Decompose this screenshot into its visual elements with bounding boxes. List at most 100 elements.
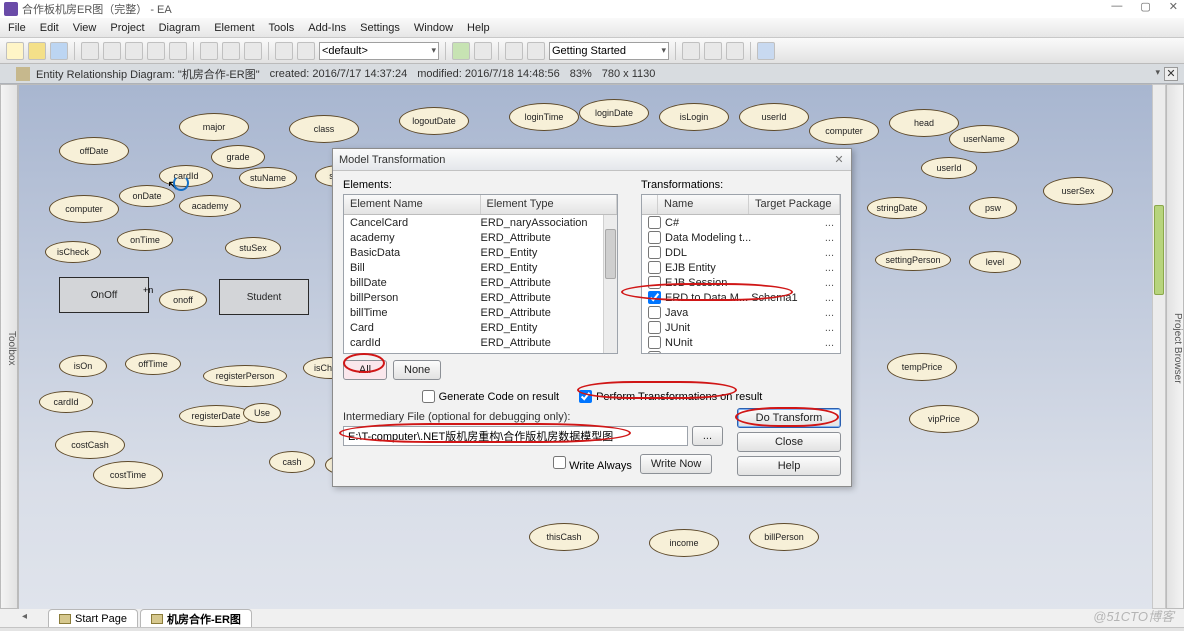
new-icon[interactable] [6, 42, 24, 60]
do-transform-button[interactable]: Do Transform [737, 408, 841, 428]
open-icon[interactable] [28, 42, 46, 60]
browse-button[interactable]: ... [692, 426, 723, 446]
menu-edit[interactable]: Edit [40, 22, 59, 34]
list-item[interactable]: C#... [642, 215, 840, 230]
minimize-button[interactable]: — [1111, 0, 1122, 13]
entity-vipprice[interactable]: vipPrice [909, 405, 979, 433]
entity-userid[interactable]: userId [739, 103, 809, 131]
menu-view[interactable]: View [73, 22, 97, 34]
search-icon[interactable] [200, 42, 218, 60]
entity-income[interactable]: income [649, 529, 719, 557]
entity-psw[interactable]: psw [969, 197, 1017, 219]
list-item[interactable]: BillERD_Entity [344, 260, 617, 275]
grid-icon[interactable] [275, 42, 293, 60]
copy-icon[interactable] [103, 42, 121, 60]
entity-computer[interactable]: computer [809, 117, 879, 145]
close-button[interactable]: ✕ [1169, 0, 1178, 13]
help-icon[interactable] [474, 42, 492, 60]
entity-logoutdate[interactable]: logoutDate [399, 107, 469, 135]
list-item[interactable]: DDL... [642, 245, 840, 260]
write-always-checkbox[interactable]: Write Always [553, 456, 632, 472]
list-item[interactable]: BasicDataERD_Entity [344, 245, 617, 260]
entity-logindate[interactable]: loginDate [579, 99, 649, 127]
dialog-close-icon[interactable]: ✕ [831, 151, 847, 167]
list-item[interactable]: billPersonERD_Attribute [344, 290, 617, 305]
list-item[interactable]: ERD to Data M... Schema1... [642, 290, 840, 305]
entity-use[interactable]: Use [243, 403, 281, 423]
view1-icon[interactable] [505, 42, 523, 60]
entity-ischeck[interactable]: isCheck [45, 241, 101, 263]
layout2-icon[interactable] [704, 42, 722, 60]
entity-tempprice[interactable]: tempPrice [887, 353, 957, 381]
paste-icon[interactable] [125, 42, 143, 60]
scrollbar-thumb[interactable] [605, 229, 616, 279]
list-item[interactable]: billTimeERD_Attribute [344, 305, 617, 320]
col-element-name[interactable]: Element Name [344, 195, 481, 214]
tab-start-page[interactable]: Start Page [48, 609, 138, 627]
entity-class[interactable]: class [289, 115, 359, 143]
list-item[interactable]: billDateERD_Attribute [344, 275, 617, 290]
entity-level[interactable]: level [969, 251, 1021, 273]
intermediary-file-input[interactable]: E:\T-computer\.NET版机房重构\合作版机房数据模型图 [343, 426, 688, 446]
entity-userid2[interactable]: userId [921, 157, 977, 179]
redo-icon[interactable] [169, 42, 187, 60]
entity-head[interactable]: head [889, 109, 959, 137]
layout1-icon[interactable] [682, 42, 700, 60]
col-trans-name[interactable]: Name [658, 195, 749, 214]
entity-stringdate[interactable]: stringDate [867, 197, 927, 219]
print-icon[interactable] [244, 42, 262, 60]
list-item[interactable]: CardERD_Entity [344, 320, 617, 335]
menu-file[interactable]: File [8, 22, 26, 34]
layout3-icon[interactable] [726, 42, 744, 60]
list-item[interactable]: EJB Entity... [642, 260, 840, 275]
list-item[interactable]: cardIdERD_Attribute [344, 335, 617, 350]
menu-help[interactable]: Help [467, 22, 490, 34]
entity-onoff[interactable]: OnOff [59, 277, 149, 313]
list-item[interactable]: NUnit... [642, 335, 840, 350]
entity-academy[interactable]: academy [179, 195, 241, 217]
layout4-icon[interactable] [757, 42, 775, 60]
entity-offdate[interactable]: offDate [59, 137, 129, 165]
scrollbar-thumb[interactable] [1154, 205, 1164, 295]
help-button[interactable]: Help [737, 456, 841, 476]
default-combo[interactable]: <default> [319, 42, 439, 60]
save-icon[interactable] [50, 42, 68, 60]
entity-registerdate[interactable]: registerDate [179, 405, 253, 427]
entity-cash[interactable]: cash [269, 451, 315, 473]
view2-icon[interactable] [527, 42, 545, 60]
entity-major[interactable]: major [179, 113, 249, 141]
list-item[interactable]: EJB Session... [642, 275, 840, 290]
elements-scrollbar[interactable] [603, 215, 617, 353]
list-item[interactable]: academyERD_Attribute [344, 230, 617, 245]
entity-costtime[interactable]: costTime [93, 461, 163, 489]
header-close-icon[interactable]: ✕ [1164, 67, 1178, 81]
entity-stusex[interactable]: stuSex [225, 237, 281, 259]
list-item[interactable]: Java... [642, 305, 840, 320]
dialog-titlebar[interactable]: Model Transformation ✕ [333, 149, 851, 171]
menu-diagram[interactable]: Diagram [159, 22, 201, 34]
canvas-vertical-scrollbar[interactable] [1152, 84, 1166, 609]
perform-transformations-checkbox[interactable]: Perform Transformations on result [579, 390, 762, 403]
entity-onoff-rel[interactable]: onoff [159, 289, 207, 311]
entity-thiscash[interactable]: thisCash [529, 523, 599, 551]
tab-diagram[interactable]: 机房合作-ER图 [140, 609, 252, 627]
menu-project[interactable]: Project [110, 22, 144, 34]
entity-billperson[interactable]: billPerson [749, 523, 819, 551]
menu-settings[interactable]: Settings [360, 22, 400, 34]
maximize-button[interactable]: ▢ [1140, 0, 1150, 13]
menu-window[interactable]: Window [414, 22, 453, 34]
entity-username[interactable]: userName [949, 125, 1019, 153]
entity-islogin[interactable]: isLogin [659, 103, 729, 131]
list-item[interactable]: WSDL... [642, 350, 840, 354]
menu-tools[interactable]: Tools [269, 22, 295, 34]
tab-scroll-left-icon[interactable]: ◂ [22, 611, 27, 622]
getting-started-combo[interactable]: Getting Started [549, 42, 669, 60]
header-dropdown-icon[interactable]: ▾ [1155, 67, 1160, 78]
doc-icon[interactable] [222, 42, 240, 60]
col-target-package[interactable]: Target Package [749, 195, 840, 214]
entity-costcash[interactable]: costCash [55, 431, 125, 459]
cut-icon[interactable] [81, 42, 99, 60]
entity-ison[interactable]: isOn [59, 355, 107, 377]
entity-cardid2[interactable]: cardId [39, 391, 93, 413]
toolbox-panel[interactable]: Toolbox [0, 84, 18, 609]
